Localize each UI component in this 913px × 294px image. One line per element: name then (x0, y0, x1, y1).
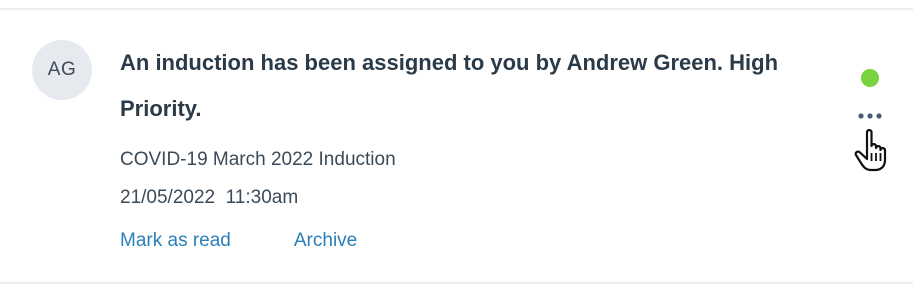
notification-message: An induction has been assigned to you by… (120, 50, 779, 121)
notification-content: An induction has been assigned to you by… (120, 40, 800, 212)
more-options-button[interactable] (852, 108, 890, 138)
notification-card[interactable]: AG An induction has been assigned to you… (0, 8, 913, 284)
notification-actions: Mark as read Archive (120, 230, 357, 252)
mark-as-read-link[interactable]: Mark as read (120, 230, 231, 252)
course-name: COVID-19 March 2022 Induction (120, 149, 396, 170)
notification-timestamp: 21/05/2022 11:30am (120, 187, 299, 208)
more-horizontal-icon (858, 113, 882, 119)
avatar: AG (32, 40, 92, 100)
avatar-initials: AG (47, 59, 77, 80)
unread-indicator (861, 69, 879, 87)
archive-link[interactable]: Archive (294, 230, 357, 252)
